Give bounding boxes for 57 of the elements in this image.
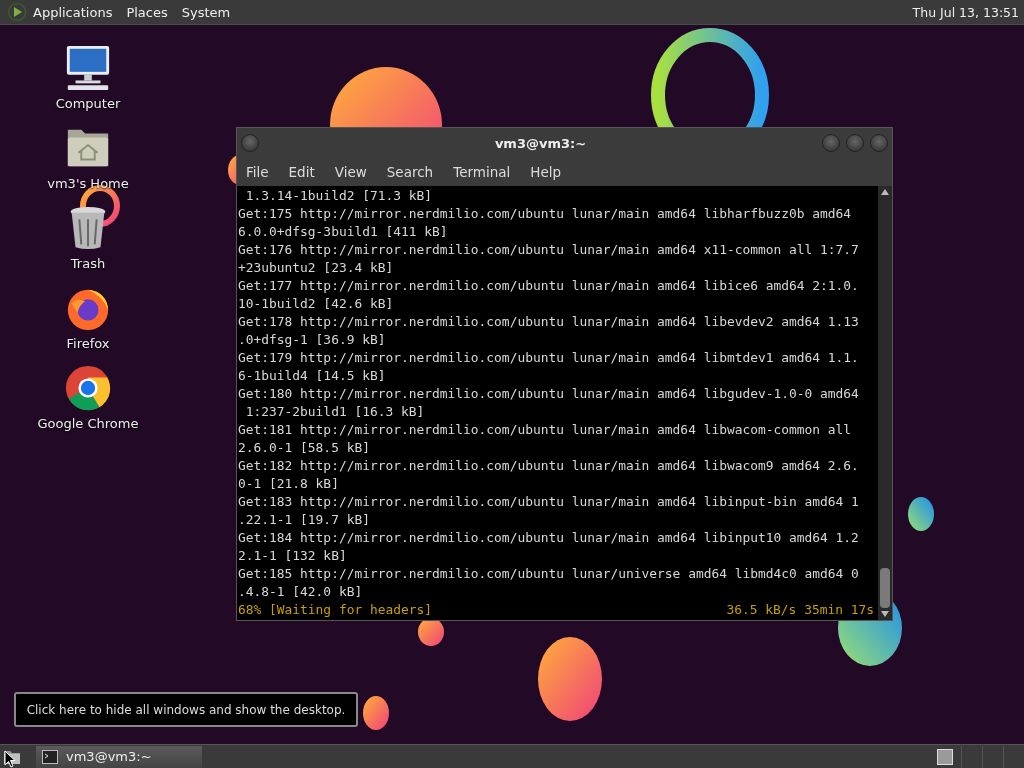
terminal-line: Get:177 http://mirror.nerdmilio.com/ubuntu lunar/main amd64 libice6 amd64 2:1.0.	[238, 277, 860, 295]
scroll-down-icon[interactable]	[881, 611, 889, 617]
terminal-line: 10-1build2 [42.6 kB]	[238, 295, 395, 313]
terminal-line: 1:237-2build1 [16.3 kB]	[244, 403, 426, 421]
workspace-switcher[interactable]	[937, 748, 953, 765]
window-menu-button[interactable]	[241, 134, 259, 152]
panel-menu[interactable]: Applications	[33, 4, 113, 20]
scrollbar-thumb[interactable]	[880, 568, 890, 608]
terminal-line: Get:179 http://mirror.nerdmilio.com/ubuntu lunar/main amd64 libmtdev1 amd64 1.1.	[238, 349, 860, 367]
menu-item[interactable]: Help	[530, 164, 562, 180]
scroll-up-icon[interactable]	[881, 189, 889, 195]
terminal-line: +23ubuntu2 [23.4 kB]	[238, 259, 395, 277]
menu-item[interactable]: Terminal	[453, 164, 511, 180]
minimize-button[interactable]	[822, 134, 840, 152]
terminal-line: .4.8-1 [42.0 kB]	[238, 583, 364, 601]
terminal-line: Get:181 http://mirror.nerdmilio.com/ubuntu lunar/main amd64 libwacom-common all	[238, 421, 853, 439]
mouse-cursor-icon	[4, 750, 16, 768]
terminal-line: 6-1build4 [14.5 kB]	[238, 367, 387, 385]
logo-icon[interactable]	[7, 2, 27, 22]
computer-icon[interactable]	[64, 44, 112, 92]
tooltip: Click here to hide all windows and show the desktop.	[14, 692, 358, 727]
terminal-line: .22.1-1 [19.7 kB]	[238, 511, 371, 529]
terminal-line: Get:180 http://mirror.nerdmilio.com/ubuntu lunar/main amd64 libgudev-1.0-0 amd64	[238, 385, 860, 403]
desktop-icon-label[interactable]: Trash	[70, 256, 106, 271]
terminal-line: Get:183 http://mirror.nerdmilio.com/ubuntu lunar/main amd64 libinput-bin amd64 1	[238, 493, 860, 511]
terminal-line: Get:184 http://mirror.nerdmilio.com/ubuntu lunar/main amd64 libinput10 amd64 1.2	[238, 529, 860, 547]
menu-item[interactable]: File	[246, 164, 269, 180]
terminal-line: Get:185 http://mirror.nerdmilio.com/ubuntu lunar/universe amd64 libmd4c0 amd64 0	[238, 565, 860, 583]
terminal-line: 2.1-1 [132 kB]	[238, 547, 348, 565]
desktop-icon-label[interactable]: vm3's Home	[47, 176, 129, 191]
menu-item[interactable]: Search	[386, 164, 434, 180]
terminal-line: Get:178 http://mirror.nerdmilio.com/ubuntu lunar/main amd64 libevdev2 amd64 1.13	[238, 313, 860, 331]
clock[interactable]: Thu Jul 13, 13:51	[912, 4, 1019, 20]
menu-item[interactable]: Edit	[288, 164, 315, 180]
desktop-icon-label[interactable]: Google Chrome	[37, 416, 139, 431]
terminal-line: Get:176 http://mirror.nerdmilio.com/ubuntu lunar/main amd64 x11-common all 1:7.7	[238, 241, 860, 259]
scrollbar[interactable]	[878, 186, 892, 620]
terminal-line: Get:182 http://mirror.nerdmilio.com/ubuntu lunar/main amd64 libwacom9 amd64 2.6.	[238, 457, 860, 475]
panel-menu[interactable]: System	[181, 4, 231, 20]
terminal-line: Get:175 http://mirror.nerdmilio.com/ubuntu lunar/main amd64 libharfbuzz0b amd64	[238, 205, 853, 223]
terminal-line: 6.0.0+dfsg-3build1 [411 kB]	[238, 223, 449, 241]
progress-status: 68% [Waiting for headers]	[238, 601, 433, 619]
terminal-line: 0-1 [21.8 kB]	[238, 475, 340, 493]
chrome-icon[interactable]	[64, 364, 112, 412]
close-button[interactable]	[870, 134, 888, 152]
terminal-line: 2.6.0-1 [58.5 kB]	[238, 439, 371, 457]
menu-item[interactable]: View	[334, 164, 367, 180]
window-title: vm3@vm3:~	[493, 135, 588, 151]
desktop-icon-label[interactable]: Computer	[55, 96, 121, 111]
panel-menu[interactable]: Places	[126, 4, 168, 20]
terminal-icon	[42, 749, 58, 764]
terminal-line: .0+dfsg-1 [36.9 kB]	[238, 331, 387, 349]
terminal-line: 1.3.14-1build2 [71.3 kB]	[244, 187, 434, 205]
download-speed: 36.5 kB/s 35min 17s	[726, 601, 874, 619]
desktop-icon-label[interactable]: Firefox	[66, 336, 110, 351]
maximize-button[interactable]	[846, 134, 864, 152]
taskbar-button[interactable]: vm3@vm3:~	[36, 745, 202, 768]
